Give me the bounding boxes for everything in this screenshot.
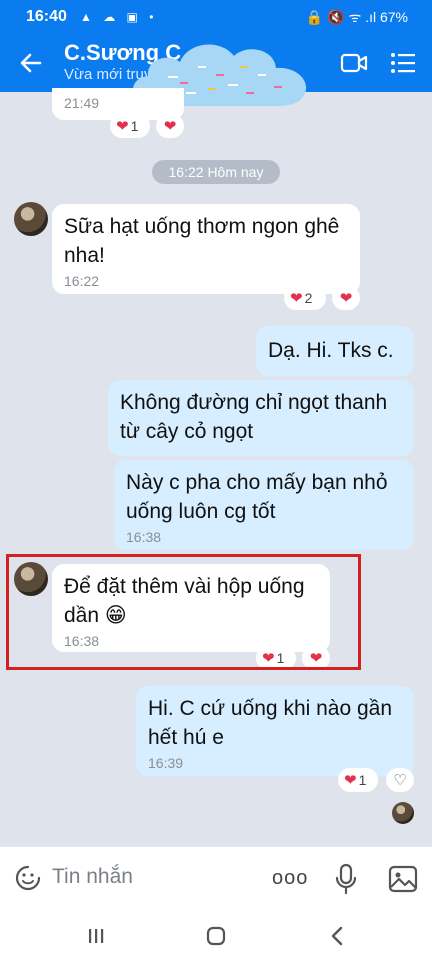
message-text: Không đường chỉ ngọt thanh từ cây cỏ ngọ… [120,391,388,443]
notification-icons: ▲ ☁ ▣ • [80,10,158,24]
chat-header: C.Sương C Vừa mới truy [0,34,432,106]
system-nav-bar [0,912,432,960]
emoji-icon[interactable] [14,864,42,892]
message-time: 16:38 [126,529,162,545]
more-options-button[interactable]: ooo [272,867,308,890]
message-text: Này c pha cho mấy bạn nhỏ uống luôn cg t… [126,471,388,523]
message-text: Hi. C cứ uống khi nào gần hết hú e [148,697,393,749]
sent-message[interactable]: Không đường chỉ ngọt thanh từ cây cỏ ngọ… [108,380,414,456]
sent-message[interactable]: Hi. C cứ uống khi nào gần hết hú e 16:39 [136,686,414,776]
heart-icon: ❤ [163,118,177,135]
reaction-badge[interactable]: ❤ 1 [338,768,378,792]
highlight-box [6,554,361,670]
home-icon[interactable] [200,920,232,952]
video-call-icon[interactable] [340,52,368,74]
reaction-count: 1 [130,118,139,134]
heart-icon: ❤ [344,772,357,789]
message-input-bar: Tin nhắn ooo [0,846,432,912]
reaction-badge[interactable]: ❤ 1 [110,114,150,138]
react-button[interactable]: ❤ [332,286,360,310]
sent-message[interactable]: Này c pha cho mấy bạn nhỏ uống luôn cg t… [114,460,414,550]
react-button[interactable]: ❤ [156,114,184,138]
image-icon[interactable] [388,865,418,893]
message-time: 21:49 [64,95,100,111]
heart-icon: ❤ [339,290,353,307]
status-right-icons: 🔒 🔇 ᯤ .ıl 67% [306,8,408,27]
heart-outline-icon: ♡ [393,772,407,789]
menu-icon[interactable] [390,51,416,75]
arrow-left-icon[interactable] [16,48,46,78]
heart-icon: ❤ [116,118,129,135]
received-message[interactable]: Sữa hạt uống thơm ngon ghê nha! 16:22 [52,204,360,294]
battery-level: 67% [379,9,408,25]
message-input[interactable]: Tin nhắn [52,865,133,889]
date-separator: 16:22 Hôm nay [152,160,280,184]
avatar[interactable] [14,202,48,236]
reaction-count: 1 [358,772,367,788]
sent-message[interactable]: Dạ. Hi. Tks c. [256,326,414,376]
status-time: 16:40 [26,8,67,25]
reaction-badge[interactable]: ❤ 2 [284,286,326,310]
message-text: Dạ. Hi. Tks c. [268,339,394,362]
reaction-count: 2 [304,290,313,306]
recent-apps-icon[interactable] [80,920,112,952]
status-bar: 16:40 ▲ ☁ ▣ • 🔒 🔇 ᯤ .ıl 67% [0,0,432,34]
message-text: Sữa hạt uống thơm ngon ghê nha! [64,215,340,267]
seen-avatar [392,802,414,824]
microphone-icon[interactable] [334,863,358,895]
react-button[interactable]: ♡ [386,768,414,792]
heart-icon: ❤ [290,290,303,307]
back-nav-icon[interactable] [322,920,354,952]
system-icons: 🔒 🔇 ᯤ .ıl [305,9,377,25]
